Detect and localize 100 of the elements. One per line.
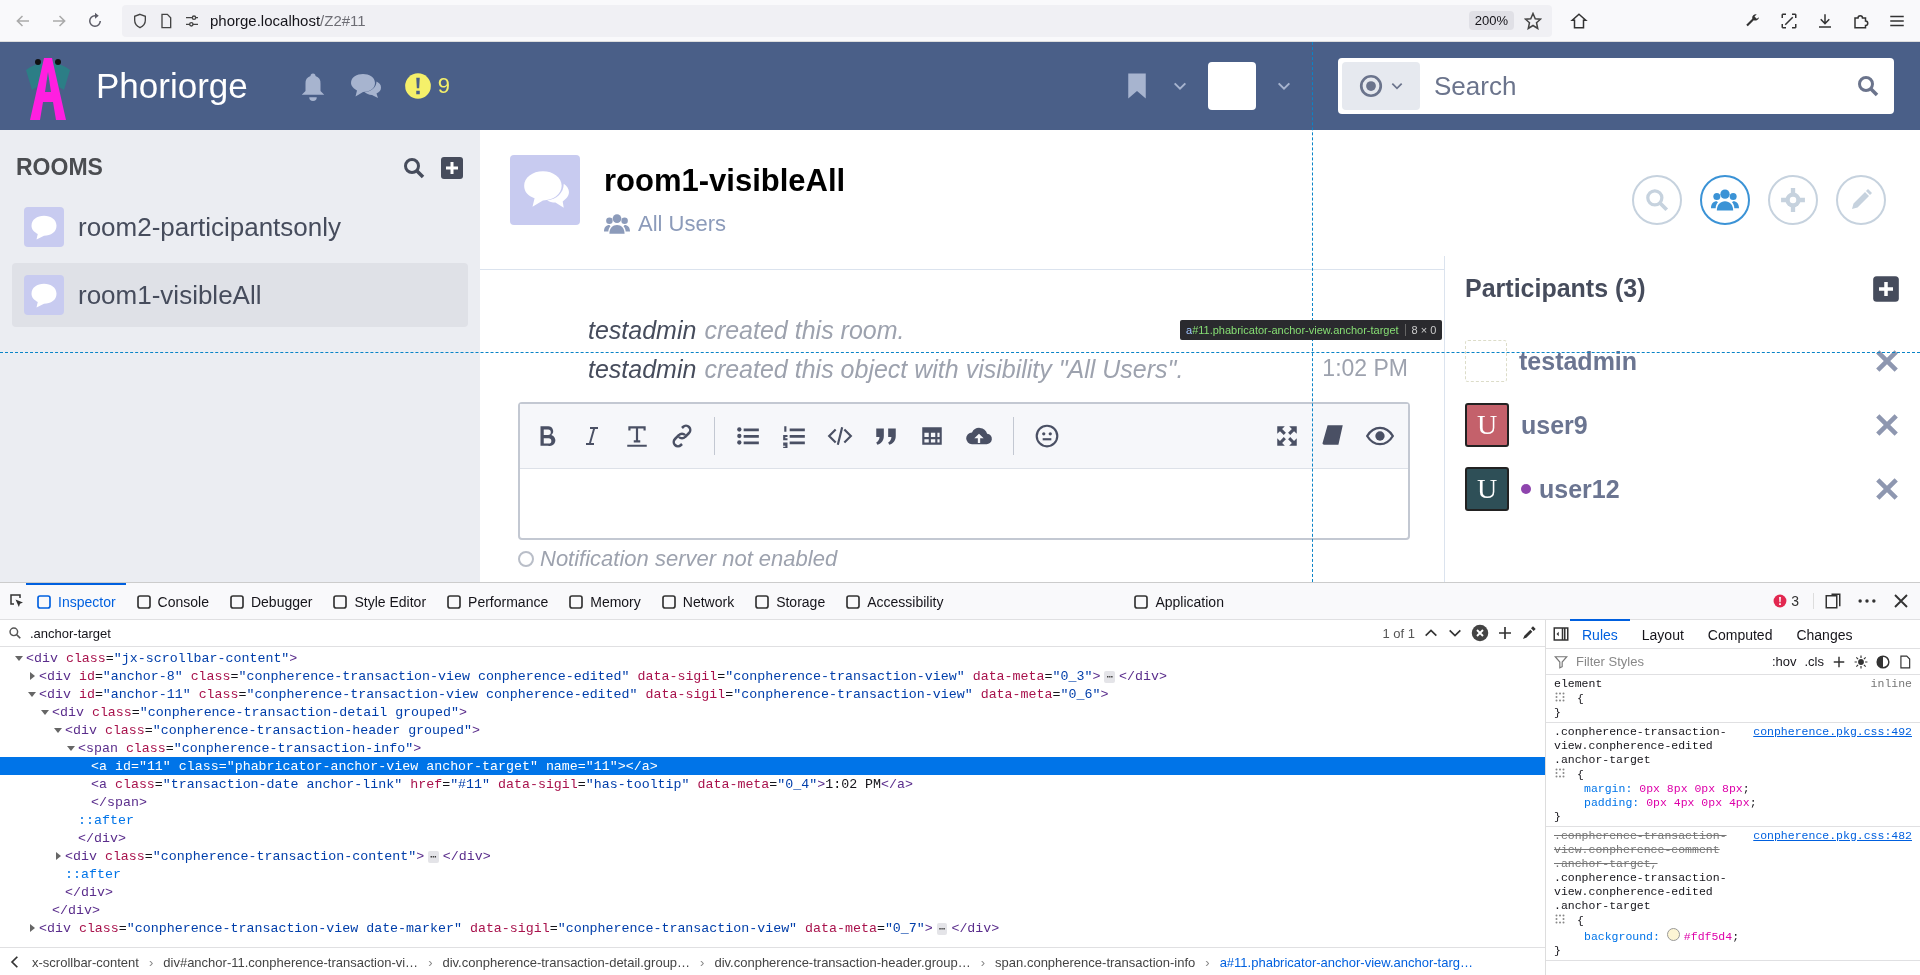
user-avatar[interactable]: U xyxy=(1465,403,1509,447)
room-item[interactable]: room1-visibleAll xyxy=(12,263,468,327)
markup-line[interactable]: <div id="anchor-8" class="conpherence-transaction-view conpherence-edited" data-sigil="conpherence-transaction-view" data-meta="0_3"> ⋯ </div> xyxy=(0,667,1545,685)
reload-icon xyxy=(86,11,104,30)
expanded-caret-icon[interactable] xyxy=(53,725,63,735)
address-field[interactable]: phorge.localhost/Z2#11 xyxy=(210,12,1459,29)
breadcrumb[interactable]: div.conpherence-transaction-header.group… xyxy=(714,954,971,970)
devtools-tab[interactable]: Memory xyxy=(558,583,651,619)
filter-styles-field[interactable]: Filter Styles xyxy=(1576,654,1764,669)
breadcrumb-separator: › xyxy=(428,954,433,970)
devtools-tab[interactable]: Console xyxy=(125,583,219,619)
message-editor[interactable] xyxy=(518,402,1410,540)
message-author[interactable]: testadmin xyxy=(588,355,697,384)
participant-name[interactable]: testadmin xyxy=(1519,346,1638,376)
tab-icon xyxy=(1133,594,1150,610)
search-icon xyxy=(8,626,22,640)
color-swatch[interactable] xyxy=(1666,928,1680,941)
expanded-caret-icon[interactable] xyxy=(27,689,37,699)
tab-icon xyxy=(36,594,52,610)
tab-icon xyxy=(446,594,463,610)
devtools-tab[interactable]: Debugger xyxy=(218,583,323,619)
markup-line[interactable]: ::after xyxy=(0,865,1545,883)
remove-icon xyxy=(1874,348,1900,374)
breadcrumb[interactable]: span.conpherence-transaction-info xyxy=(995,954,1196,970)
markup-line[interactable]: </span> xyxy=(0,793,1545,811)
match-count: 1 of 1 xyxy=(1382,625,1415,641)
tab-icon xyxy=(660,594,677,610)
sidebar-tab[interactable]: Layout xyxy=(1629,619,1696,649)
more-icon xyxy=(1858,599,1876,603)
css-declaration[interactable]: margin: 0px 8px 0px 8px; xyxy=(1554,782,1912,796)
sidebar-tab[interactable]: Changes xyxy=(1784,619,1865,649)
element-highlighter-tooltip: a#11.phabricator-anchor-view.anchor-target 8 × 0 xyxy=(1180,320,1443,340)
markup-line[interactable]: </div> xyxy=(0,883,1545,901)
error-count[interactable]: 3 xyxy=(1791,593,1799,609)
add-icon xyxy=(440,155,464,180)
markup-line[interactable]: <div class="conpherence-transaction-content"> ⋯ </div> xyxy=(0,847,1545,865)
clear-icon xyxy=(1471,624,1489,642)
people-button[interactable] xyxy=(1700,174,1750,225)
search-icon xyxy=(1856,74,1880,98)
sun-icon xyxy=(1854,654,1868,669)
smiley-icon xyxy=(1034,423,1060,449)
expanded-caret-icon[interactable] xyxy=(40,707,50,717)
collapsed-caret-icon[interactable] xyxy=(27,923,37,933)
collapsed-caret-icon[interactable] xyxy=(53,851,63,861)
markup-line[interactable]: <a class="transaction-date anchor-link" href="#11" data-sigil="has-tooltip" data-meta="0_4">1:02 PM</a> xyxy=(0,775,1545,793)
stylesheet-link[interactable]: conpherence.pkg.css:482 xyxy=(1753,829,1912,843)
markup-line[interactable]: <div id="anchor-11" class="conpherence-transaction-view conpherence-edited" data-sigil="conpherence-transaction-view" data-meta="0_6"> xyxy=(0,685,1545,703)
hover-toggle[interactable]: :hov xyxy=(1771,654,1797,669)
expanded-caret-icon[interactable] xyxy=(66,743,76,753)
star-icon xyxy=(1524,11,1542,30)
room-item[interactable]: room2-participantsonly xyxy=(12,195,468,259)
gear-icon xyxy=(1780,186,1806,213)
markup-line[interactable]: </div> xyxy=(0,829,1545,847)
devtools-tab[interactable]: Storage xyxy=(744,583,836,619)
numbered-list-icon xyxy=(781,423,807,449)
class-toggle[interactable]: .cls xyxy=(1804,654,1824,669)
document-icon xyxy=(1898,654,1912,669)
devtools-tab[interactable]: Application xyxy=(1123,583,1234,619)
breadcrumb[interactable]: div.conpherence-transaction-detail.group… xyxy=(442,954,691,970)
collapsed-caret-icon[interactable] xyxy=(27,671,37,681)
markup-line[interactable]: <span class="conpherence-transaction-info"> xyxy=(0,739,1545,757)
breadcrumb[interactable]: div#anchor-11.conpherence-transaction-vi… xyxy=(163,954,419,970)
stylesheet-link[interactable]: conpherence.pkg.css:492 xyxy=(1753,725,1912,739)
markup-line[interactable]: <div class="conpherence-transaction-view date-marker" data-sigil="conpherence-transaction-view" data-meta="0_7"> ⋯ </div> xyxy=(0,919,1545,937)
devtools-tab[interactable]: Inspector xyxy=(26,583,126,619)
warning-icon xyxy=(403,72,432,100)
css-declaration[interactable]: padding: 0px 4px 0px 4px; xyxy=(1554,796,1912,810)
participant-name[interactable]: user12 xyxy=(1539,474,1620,504)
search-box[interactable]: Search xyxy=(1338,58,1894,114)
devtools-tab[interactable]: Style Editor xyxy=(322,583,437,619)
sidebar-toggle-icon xyxy=(1552,625,1570,643)
markup-line[interactable]: </div> xyxy=(0,901,1545,919)
css-declaration[interactable]: background: #fdf5d4; xyxy=(1554,928,1912,944)
breadcrumb-separator: › xyxy=(148,954,154,970)
download-icon xyxy=(1816,11,1834,30)
sidebar-tab[interactable]: Computed xyxy=(1695,619,1785,649)
sidebar-tab[interactable]: Rules xyxy=(1570,619,1630,649)
participant-name[interactable]: user9 xyxy=(1521,410,1588,440)
zoom-level[interactable]: 200% xyxy=(1468,11,1514,30)
breadcrumb[interactable]: x-scrollbar-content xyxy=(32,954,139,970)
devtools-tab[interactable]: Accessibility xyxy=(835,583,954,619)
markup-line[interactable]: <div class="conpherence-transaction-header grouped"> xyxy=(0,721,1545,739)
brand-name[interactable]: Phoriorge xyxy=(96,66,248,106)
markup-line[interactable]: <div class="jx-scrollbar-content"> xyxy=(0,649,1545,667)
search-field[interactable]: Search xyxy=(1432,69,1856,103)
markup-search-field[interactable]: .anchor-target xyxy=(30,625,1375,641)
message-author[interactable]: testadmin xyxy=(588,316,697,345)
alert-count[interactable]: 9 xyxy=(437,73,450,99)
breadcrumb[interactable]: a#11.phabricator-anchor-view.anchor-targ… xyxy=(1219,954,1474,970)
fullscreen-icon xyxy=(1274,423,1300,449)
notification-status: Notification server not enabled xyxy=(540,546,838,572)
user-avatar[interactable]: U xyxy=(1465,467,1509,511)
close-brace: } xyxy=(1554,706,1561,719)
devtools-tab[interactable]: Performance xyxy=(436,583,559,619)
devtools-tab[interactable]: Network xyxy=(650,583,745,619)
expanded-caret-icon[interactable] xyxy=(14,653,24,663)
text-size-icon xyxy=(624,423,650,449)
markup-line[interactable]: ::after xyxy=(0,811,1545,829)
close-icon xyxy=(1892,592,1910,610)
markup-line[interactable]: <div class="conpherence-transaction-detail grouped"> xyxy=(0,703,1545,721)
